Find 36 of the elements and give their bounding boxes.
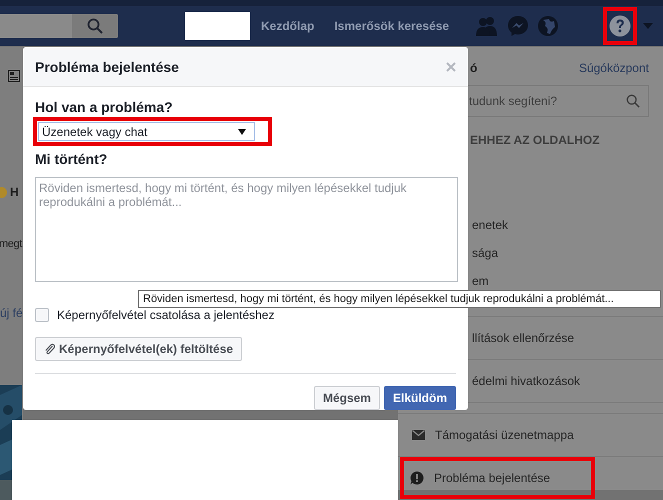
help-icon[interactable] — [609, 15, 632, 37]
category-dropdown[interactable]: Üzenetek vagy chat — [38, 122, 255, 141]
envelope-icon — [412, 430, 425, 440]
messenger-icon[interactable] — [507, 15, 530, 37]
search-icon[interactable] — [626, 94, 640, 108]
newsfeed-icon — [8, 70, 20, 82]
menu-item[interactable]: Támogatási üzenetmappa — [398, 414, 653, 456]
help-center-link[interactable]: Súgóközpont — [578, 61, 649, 75]
search-icon[interactable] — [87, 18, 103, 34]
caret-icon[interactable] — [643, 23, 654, 29]
tooltip: Röviden ismertesd, hogy mi történt, és hogy milyen lépésekkel tudjuk reprodukálni a problémát... — [138, 290, 661, 308]
text-fragment[interactable]: új fé — [0, 306, 23, 320]
section-header: EHHEZ AZ OLDALHOZ — [469, 132, 601, 149]
redacted-block — [185, 12, 250, 40]
description-field[interactable]: Röviden ismertesd, hogy mi történt, és hogy milyen lépésekkel tudjuk reprodukálni a problémát... — [35, 177, 458, 282]
search-field[interactable] — [0, 14, 118, 38]
alert-icon — [410, 471, 424, 485]
cancel-button[interactable]: Mégsem — [314, 386, 380, 410]
globe-icon[interactable] — [537, 15, 560, 37]
checkbox[interactable] — [35, 308, 49, 322]
field-label: Mi történt? — [35, 151, 108, 167]
paperclip-icon — [44, 343, 55, 355]
checkbox-label: Képernyőfelvétel csatolása a jelentéshez — [57, 308, 274, 322]
send-button[interactable]: Elküldöm — [384, 386, 456, 410]
field-label: Hol van a probléma? — [35, 99, 174, 115]
menu-title: ó — [470, 61, 478, 75]
nav-link[interactable]: Ismerősök keresése — [334, 19, 450, 33]
upload-button[interactable]: Képernyőfelvétel(ek) feltöltése — [35, 337, 242, 361]
close-icon[interactable] — [446, 62, 456, 72]
text-fragment: megt — [0, 238, 22, 250]
nav-link[interactable]: Kezdőlap — [261, 19, 314, 33]
friends-icon[interactable] — [475, 16, 500, 36]
dialog-title: Probléma bejelentése — [35, 58, 179, 74]
text-fragment: H — [10, 185, 19, 199]
dropdown-arrow-icon[interactable] — [238, 128, 246, 134]
menu-item[interactable]: Probléma bejelentése — [400, 457, 595, 499]
